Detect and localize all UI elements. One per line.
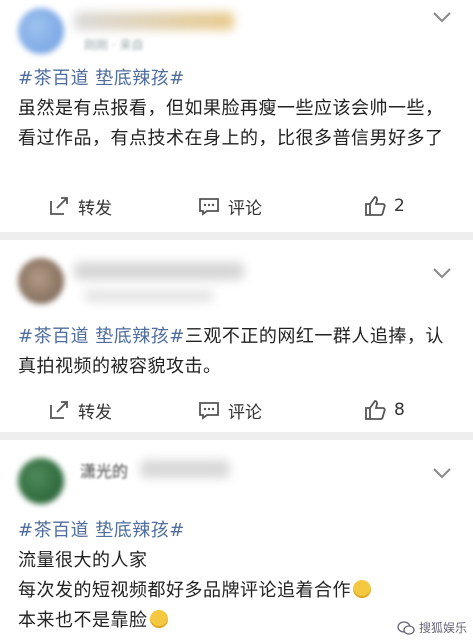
like-count: 2 — [394, 196, 405, 216]
comment-icon — [199, 402, 219, 420]
like-button[interactable]: 8 — [364, 399, 405, 421]
hashtag-link[interactable]: #茶百道 垫底辣孩# — [18, 520, 185, 541]
username[interactable]: 潇光的 — [80, 458, 128, 482]
comment-icon — [199, 198, 219, 216]
avatar[interactable] — [18, 8, 64, 54]
hashtag-link[interactable]: #茶百道 垫底辣孩# — [18, 326, 185, 347]
post-card: 刚刚 · 来自 #茶百道 垫底辣孩# 虽然是有点报看，但如果脸再瘦一些应该会帅一… — [0, 0, 473, 232]
action-bar: 转发 评论 2 — [0, 186, 473, 226]
grin-emoji-icon — [353, 580, 371, 598]
repost-button[interactable]: 转发 — [48, 194, 112, 219]
post-card: 潇光的 #茶百道 垫底辣孩# 流量很大的人家 每次发的短视频都好多品牌评论追着合… — [0, 440, 473, 640]
chevron-down-icon[interactable] — [431, 466, 453, 480]
avatar[interactable] — [18, 258, 64, 304]
hashtag-link[interactable]: #茶百道 垫底辣孩# — [18, 68, 185, 89]
thumbs-up-icon — [365, 400, 386, 420]
watermark: 搜狐娱乐 — [397, 619, 467, 636]
post-meta: 刚刚 · 来自 — [84, 38, 144, 52]
post-content: #茶百道 垫底辣孩#三观不正的网红一群人追捧，认真拍视频的被容貌攻击。 — [18, 322, 455, 382]
comment-button[interactable]: 评论 — [198, 398, 262, 423]
post-text-line: 流量很大的人家 — [18, 550, 148, 571]
post-text: 虽然是有点报看，但如果脸再瘦一些应该会帅一些，看过作品，有点技术在身上的，比很多… — [18, 98, 444, 149]
username-blurred — [140, 460, 230, 478]
like-button[interactable]: 2 — [364, 195, 405, 217]
avatar[interactable] — [18, 458, 64, 504]
repost-label: 转发 — [78, 198, 112, 219]
post-content: #茶百道 垫底辣孩# 虽然是有点报看，但如果脸再瘦一些应该会帅一些，看过作品，有… — [18, 64, 455, 154]
grin-emoji-icon — [149, 610, 168, 628]
watermark-text: 搜狐娱乐 — [418, 621, 467, 635]
chevron-down-icon[interactable] — [431, 10, 453, 24]
comment-label: 评论 — [228, 198, 262, 219]
username-blurred[interactable] — [74, 262, 244, 280]
meta-blurred — [84, 290, 214, 302]
like-count: 8 — [394, 400, 405, 420]
post-card: #茶百道 垫底辣孩#三观不正的网红一群人追捧，认真拍视频的被容貌攻击。 转发 评… — [0, 240, 473, 432]
comment-button[interactable]: 评论 — [198, 194, 262, 219]
thumbs-up-icon — [365, 196, 386, 216]
wechat-icon — [397, 620, 415, 635]
repost-icon — [50, 197, 68, 215]
post-text-line: 每次发的短视频都好多品牌评论追着合作 — [18, 580, 351, 601]
post-content: #茶百道 垫底辣孩# 流量很大的人家 每次发的短视频都好多品牌评论追着合作 本来… — [18, 516, 455, 636]
chevron-down-icon[interactable] — [431, 266, 453, 280]
post-text-line: 本来也不是靠脸 — [18, 610, 148, 631]
action-bar: 转发 评论 8 — [0, 390, 473, 430]
repost-icon — [50, 401, 68, 419]
username-blurred[interactable] — [74, 12, 234, 30]
comment-label: 评论 — [228, 402, 262, 423]
repost-label: 转发 — [78, 402, 112, 423]
repost-button[interactable]: 转发 — [48, 398, 112, 423]
